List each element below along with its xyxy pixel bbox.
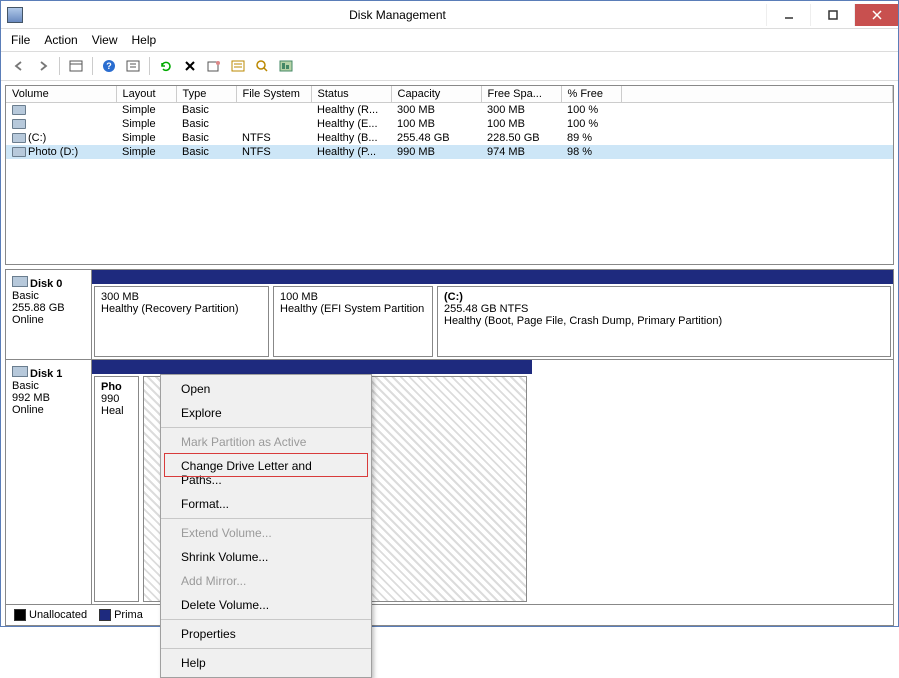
menu-action[interactable]: Action — [44, 33, 77, 47]
col-header[interactable]: File System — [236, 86, 311, 103]
disk1-band — [92, 360, 532, 374]
disk0-partition[interactable]: (C:)255.48 GB NTFSHealthy (Boot, Page Fi… — [437, 286, 891, 357]
volume-row[interactable]: (C:)SimpleBasicNTFSHealthy (B...255.48 G… — [6, 131, 893, 145]
list-icon[interactable] — [228, 56, 248, 76]
back-button[interactable] — [9, 56, 29, 76]
menu-item-format[interactable]: Format... — [161, 492, 371, 516]
disk1-info[interactable]: Disk 1 Basic 992 MB Online — [6, 360, 92, 604]
disks-pane: Disk 0 Basic 255.88 GB Online 300 MBHeal… — [5, 269, 894, 626]
menu-item-open[interactable]: Open — [161, 377, 371, 401]
menu-separator — [161, 619, 371, 620]
window-title: Disk Management — [29, 8, 766, 22]
volume-row[interactable]: SimpleBasicHealthy (R...300 MB300 MB100 … — [6, 103, 893, 118]
menu-item-extend-volume: Extend Volume... — [161, 521, 371, 545]
col-header[interactable]: Volume — [6, 86, 116, 103]
menu-file[interactable]: File — [11, 33, 30, 47]
menu-item-explore[interactable]: Explore — [161, 401, 371, 425]
disk0-partition[interactable]: 300 MBHealthy (Recovery Partition) — [94, 286, 269, 357]
legend-unallocated-swatch — [14, 609, 26, 621]
disk0-partition[interactable]: 100 MBHealthy (EFI System Partition — [273, 286, 433, 357]
volumes-pane: VolumeLayoutTypeFile SystemStatusCapacit… — [5, 85, 894, 265]
col-header[interactable]: Layout — [116, 86, 176, 103]
col-header[interactable]: Free Spa... — [481, 86, 561, 103]
menu-item-mark-partition-as-active: Mark Partition as Active — [161, 430, 371, 454]
delete-icon[interactable] — [180, 56, 200, 76]
disk-icon — [12, 366, 28, 377]
show-hide-tree-button[interactable] — [66, 56, 86, 76]
volume-icon — [12, 147, 26, 157]
app-icon — [7, 7, 23, 23]
settings-icon[interactable] — [123, 56, 143, 76]
col-header[interactable]: % Free — [561, 86, 621, 103]
menu-view[interactable]: View — [92, 33, 118, 47]
minimize-button[interactable] — [766, 4, 810, 26]
volume-row[interactable]: SimpleBasicHealthy (E...100 MB100 MB100 … — [6, 117, 893, 131]
properties-icon[interactable] — [204, 56, 224, 76]
menu-item-add-mirror: Add Mirror... — [161, 569, 371, 593]
volumes-table: VolumeLayoutTypeFile SystemStatusCapacit… — [6, 86, 893, 159]
maximize-button[interactable] — [810, 4, 854, 26]
close-button[interactable] — [854, 4, 898, 26]
volume-icon — [12, 105, 26, 115]
help-icon[interactable]: ? — [99, 56, 119, 76]
disk0-info[interactable]: Disk 0 Basic 255.88 GB Online — [6, 270, 92, 359]
forward-button[interactable] — [33, 56, 53, 76]
col-header[interactable]: Type — [176, 86, 236, 103]
disk0-band — [92, 270, 893, 284]
menu-item-shrink-volume[interactable]: Shrink Volume... — [161, 545, 371, 569]
menu-item-change-drive-letter-and-paths[interactable]: Change Drive Letter and Paths... — [161, 454, 371, 492]
menu-item-properties[interactable]: Properties — [161, 622, 371, 627]
menu-separator — [161, 518, 371, 519]
svg-text:?: ? — [106, 61, 112, 71]
titlebar: Disk Management — [1, 1, 898, 29]
content-area: VolumeLayoutTypeFile SystemStatusCapacit… — [1, 81, 898, 626]
disk-icon — [12, 276, 28, 287]
toolbar: ? — [1, 52, 898, 81]
col-header[interactable]: Capacity — [391, 86, 481, 103]
volume-row[interactable]: Photo (D:)SimpleBasicNTFSHealthy (P...99… — [6, 145, 893, 159]
menu-separator — [161, 427, 371, 428]
context-menu: OpenExplore Mark Partition as ActiveChang… — [160, 374, 372, 627]
volume-icon — [12, 119, 26, 129]
disk0-row: Disk 0 Basic 255.88 GB Online 300 MBHeal… — [6, 270, 893, 360]
menu-item-delete-volume[interactable]: Delete Volume... — [161, 593, 371, 617]
graphical-view-icon[interactable] — [276, 56, 296, 76]
disk1-part-photo[interactable]: Pho 990 Heal — [94, 376, 139, 602]
legend: Unallocated Prima — [6, 605, 893, 625]
col-header[interactable]: Status — [311, 86, 391, 103]
search-icon[interactable] — [252, 56, 272, 76]
volume-icon — [12, 133, 26, 143]
app-window: Disk Management File Action View Help ? … — [0, 0, 899, 627]
refresh-icon[interactable] — [156, 56, 176, 76]
menu-help[interactable]: Help — [132, 33, 157, 47]
legend-primary-swatch — [99, 609, 111, 621]
menubar: File Action View Help — [1, 29, 898, 52]
disk1-row: Disk 1 Basic 992 MB Online Pho 990 Heal — [6, 360, 893, 605]
